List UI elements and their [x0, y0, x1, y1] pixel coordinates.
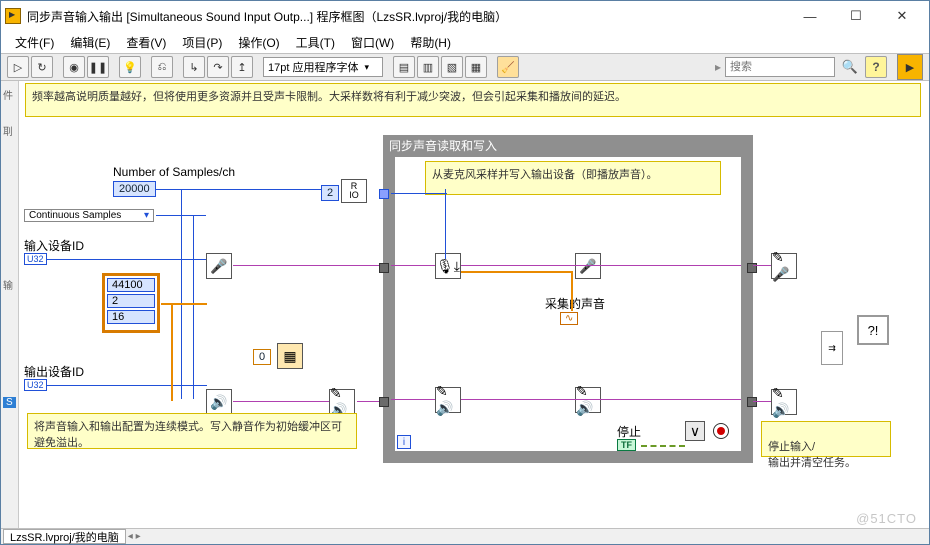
abort-button[interactable]: ◉	[63, 56, 85, 78]
block-diagram[interactable]: 件 刵 输 S 频率越高说明质量越好，但将使用更多资源并且受声卡限制。大采样数将…	[1, 81, 929, 544]
title-bar: 同步声音输入输出 [Simultaneous Sound Input Outp.…	[1, 1, 929, 31]
menu-view[interactable]: 查看(V)	[120, 32, 172, 53]
align-button[interactable]: ▤	[393, 56, 415, 78]
left-gutter-d: S	[3, 397, 16, 408]
menu-file[interactable]: 文件(F)	[9, 32, 60, 53]
search-go-icon[interactable]: 🔍	[839, 56, 861, 78]
bottom-scrollbar[interactable]: LzsSR.lvproj/我的电脑 ◂ ▸	[1, 528, 929, 544]
or-node[interactable]: ∨	[685, 421, 705, 441]
samples-label: Number of Samples/ch	[113, 165, 235, 179]
sound-input-clear-node[interactable]: ✎🎤	[771, 253, 797, 279]
highlight-exec-button[interactable]: 💡	[119, 56, 141, 78]
stop-terminal[interactable]: TF	[617, 439, 636, 451]
note-setup: 将声音输入和输出配置为连续模式。写入静音作为初始缓冲区可避免溢出。	[27, 413, 357, 449]
menu-project[interactable]: 项目(P)	[176, 32, 228, 53]
left-gutter-b: 刵	[3, 123, 13, 138]
context-help-button[interactable]: ?	[865, 56, 887, 78]
sound-input-configure-node[interactable]: 🎤	[206, 253, 232, 279]
resource-io-node[interactable]: R IO	[341, 179, 367, 203]
left-gutter: 件 刵 输 S	[1, 81, 19, 544]
loop-stop-button[interactable]	[713, 423, 729, 439]
sample-mode-text: Continuous Samples	[29, 210, 121, 221]
distribute-button[interactable]: ▥	[417, 56, 439, 78]
retain-wire-button[interactable]: ⎌	[151, 56, 173, 78]
samples-value[interactable]: 20000	[113, 181, 156, 197]
tab-overflow-icon[interactable]: ◂ ▸	[128, 531, 141, 542]
zero-constant[interactable]: 0	[253, 349, 271, 365]
note-end: 停止输入/ 输出并清空任务。	[761, 421, 891, 457]
sound-wire-mid-node[interactable]: 🎤	[575, 253, 601, 279]
reorder-button[interactable]: ▦	[465, 56, 487, 78]
captured-label: 采集的声音	[545, 295, 605, 312]
init-array-node[interactable]: ▦	[277, 343, 303, 369]
vi-icon	[5, 8, 21, 24]
menu-tools[interactable]: 工具(T)	[290, 32, 341, 53]
captured-sound-indicator[interactable]: ∿	[560, 312, 578, 325]
menu-operate[interactable]: 操作(O)	[232, 32, 285, 53]
num-channels[interactable]: 2	[107, 294, 155, 308]
watermark: @51CTO	[856, 511, 917, 526]
note-end-text: 停止输入/ 输出并清空任务。	[768, 441, 856, 469]
run-button[interactable]: ▷	[7, 56, 29, 78]
pause-button[interactable]: ❚❚	[87, 56, 109, 78]
left-gutter-c: 输	[3, 277, 13, 292]
sound-format-cluster[interactable]: 44100 2 16	[102, 273, 160, 333]
error-out-indicator[interactable]: ?!	[857, 315, 889, 345]
app-window: 同步声音输入输出 [Simultaneous Sound Input Outp.…	[0, 0, 930, 545]
menu-bar: 文件(F) 编辑(E) 查看(V) 项目(P) 操作(O) 工具(T) 窗口(W…	[1, 31, 929, 53]
input-device-terminal[interactable]: U32	[24, 253, 47, 265]
sound-output-write-loop2[interactable]: ✎🔊	[575, 387, 601, 413]
output-device-label: 输出设备ID	[24, 363, 84, 380]
step-over-button[interactable]: ↷	[207, 56, 229, 78]
sound-output-clear-node[interactable]: ✎🔊	[771, 389, 797, 415]
output-device-terminal[interactable]: U32	[24, 379, 47, 391]
maximize-button[interactable]: ☐	[833, 2, 879, 30]
note-setup-text: 将声音输入和输出配置为连续模式。写入静音作为初始缓冲区可避免溢出。	[34, 421, 342, 449]
menu-help[interactable]: 帮助(H)	[404, 32, 457, 53]
two-constant[interactable]: 2	[321, 185, 339, 201]
step-into-button[interactable]: ↳	[183, 56, 205, 78]
project-path-tab[interactable]: LzsSR.lvproj/我的电脑	[3, 529, 126, 544]
merge-errors-node[interactable]: ⇉	[821, 331, 843, 365]
left-gutter-a: 件	[3, 87, 13, 102]
tunnel-out-task	[379, 397, 389, 407]
minimize-button[interactable]: —	[787, 2, 833, 30]
run-continuous-button[interactable]: ↻	[31, 56, 53, 78]
tunnel-in-task	[379, 263, 389, 273]
font-selector[interactable]: 17pt 应用程序字体	[263, 57, 383, 77]
sound-output-write-init-node[interactable]: ✎🔊	[329, 389, 355, 415]
window-title: 同步声音输入输出 [Simultaneous Sound Input Outp.…	[27, 8, 787, 25]
menu-edit[interactable]: 编辑(E)	[64, 32, 116, 53]
input-device-label: 输入设备ID	[24, 237, 84, 254]
sample-mode-ring[interactable]: Continuous Samples ▾	[24, 209, 154, 222]
sample-rate[interactable]: 44100	[107, 278, 155, 292]
tunnel-out-out-task	[747, 397, 757, 407]
note-top-text: 频率越高说明质量越好，但将使用更多资源并且受声卡限制。大采样数将有利于减少突波，…	[32, 91, 626, 103]
note-loop-text: 从麦克风采样并写入输出设备（即播放声音）。	[432, 169, 658, 181]
sound-input-read-node[interactable]: 🎙⤓	[435, 253, 461, 279]
window-controls: — ☐ ✕	[787, 2, 925, 30]
sound-output-configure-node[interactable]: 🔊	[206, 389, 232, 415]
note-loop: 从麦克风采样并写入输出设备（即播放声音）。	[425, 161, 721, 195]
search-input[interactable]	[725, 57, 835, 77]
vi-connector-icon[interactable]	[897, 54, 923, 80]
note-top: 频率越高说明质量越好，但将使用更多资源并且受声卡限制。大采样数将有利于减少突波，…	[25, 83, 921, 117]
while-loop-label: 同步声音读取和写入	[383, 135, 753, 157]
cleanup-button[interactable]: 🧹	[497, 56, 519, 78]
bits-per-sample[interactable]: 16	[107, 310, 155, 324]
menu-window[interactable]: 窗口(W)	[345, 32, 400, 53]
resize-button[interactable]: ▧	[441, 56, 463, 78]
stop-label: 停止	[617, 423, 641, 440]
search-icon: ▸	[715, 60, 721, 74]
while-loop[interactable]: 同步声音读取和写入 从麦克风采样并写入输出设备（即播放声音）。 🎙⤓ 🎤 ✎🔊 …	[383, 135, 753, 463]
toolbar: ▷ ↻ ◉ ❚❚ 💡 ⎌ ↳ ↷ ↥ 17pt 应用程序字体 ▤ ▥ ▧ ▦ 🧹…	[1, 53, 929, 81]
close-button[interactable]: ✕	[879, 2, 925, 30]
sound-output-write-loop1[interactable]: ✎🔊	[435, 387, 461, 413]
tunnel-samples	[379, 189, 389, 199]
iteration-terminal: i	[397, 435, 411, 449]
step-out-button[interactable]: ↥	[231, 56, 253, 78]
